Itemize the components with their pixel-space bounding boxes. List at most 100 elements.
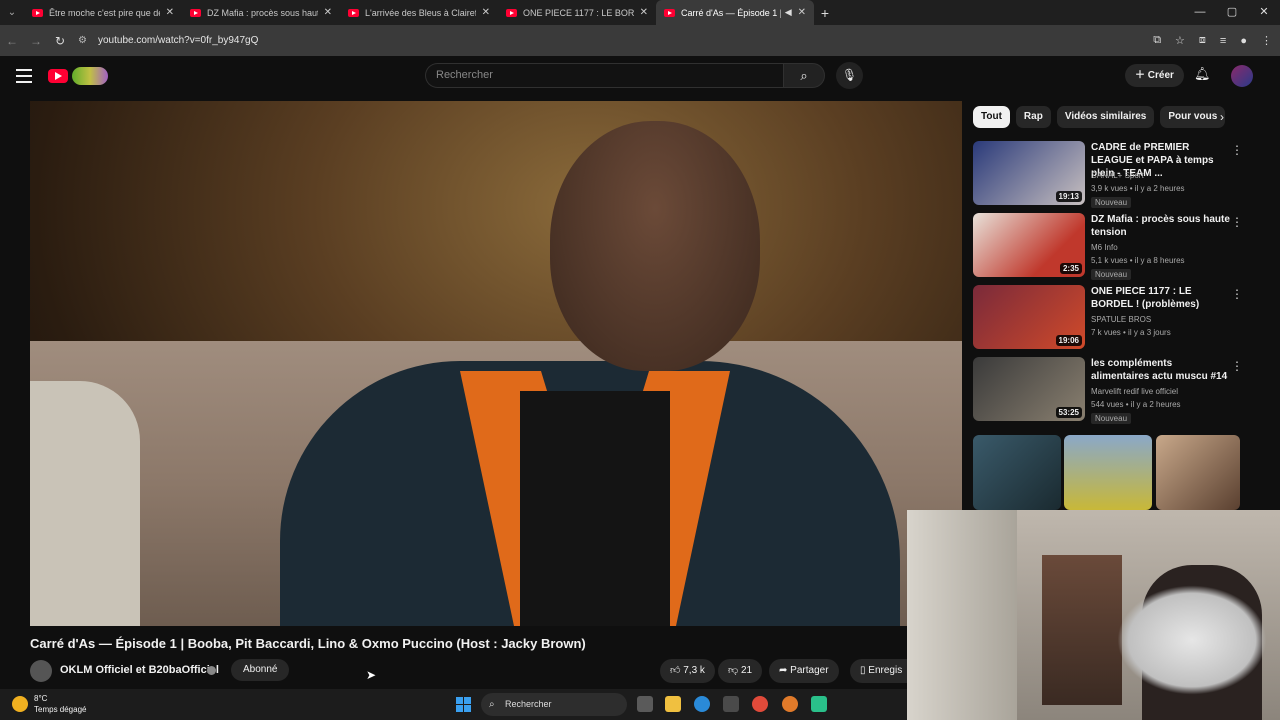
more-options-icon[interactable]: ⋮ bbox=[1231, 143, 1243, 157]
windows-start-icon[interactable] bbox=[456, 697, 471, 712]
create-button[interactable]: ＋ Créer bbox=[1125, 64, 1184, 87]
weather-moon-icon[interactable] bbox=[12, 696, 28, 712]
thumbs-up-icon: 👍︎ bbox=[670, 665, 681, 676]
recommendation-item[interactable]: 19:06 ONE PIECE 1177 : LE BORDEL ! (prob… bbox=[973, 285, 1263, 351]
browser-tab-active[interactable]: Carré d'As — Épisode 1 | Bo◀︎✕ bbox=[656, 0, 814, 25]
notifications-bell-icon[interactable]: 🔔︎ bbox=[1194, 66, 1211, 82]
video-thumbnail[interactable]: 19:13 bbox=[973, 141, 1085, 205]
video-frame-person bbox=[30, 381, 140, 626]
chip-rap[interactable]: Rap bbox=[1015, 106, 1051, 128]
speaker-icon[interactable]: ◀︎ bbox=[785, 7, 792, 18]
youtube-favicon-icon bbox=[190, 8, 201, 17]
bookmark-icon: ▯ bbox=[860, 665, 866, 676]
profile-icon[interactable]: ● bbox=[1240, 35, 1247, 47]
share-button[interactable]: ➦ Partager bbox=[769, 659, 839, 683]
taskbar-search[interactable]: ⌕ Rechercher bbox=[481, 693, 627, 716]
recommendation-item[interactable]: 53:25 les compléments alimentaires actu … bbox=[973, 357, 1263, 424]
video-thumbnail[interactable]: 2:35 bbox=[973, 213, 1085, 277]
webcam-curtain bbox=[907, 510, 1017, 720]
store-icon[interactable] bbox=[723, 696, 739, 712]
browser-tab[interactable]: DZ Mafia : procès sous haute t ✕ bbox=[182, 0, 340, 25]
site-info-icon[interactable]: ⚙ bbox=[78, 35, 98, 46]
verified-icon bbox=[207, 666, 216, 675]
share-icon: ➦ bbox=[779, 665, 788, 676]
browser-tab[interactable]: Être moche c'est pire que de m✕ bbox=[24, 0, 182, 25]
forward-icon[interactable]: → bbox=[24, 34, 48, 48]
chip-for-you[interactable]: Pour vous bbox=[1160, 106, 1226, 128]
chip-similar[interactable]: Vidéos similaires bbox=[1056, 106, 1155, 128]
new-badge: Nouveau bbox=[1091, 197, 1132, 208]
more-options-icon[interactable]: ⋮ bbox=[1231, 287, 1243, 301]
voice-search-icon[interactable]: 🎙︎ bbox=[836, 62, 863, 89]
video-thumbnail[interactable]: 53:25 bbox=[973, 357, 1085, 421]
media-icon[interactable]: ≡ bbox=[1220, 35, 1226, 47]
dislike-button[interactable]: 👎︎ 21 bbox=[718, 659, 763, 683]
subscribe-button[interactable]: Abonné bbox=[231, 659, 290, 681]
short-thumbnail[interactable] bbox=[1064, 435, 1152, 510]
extensions-icon[interactable]: ⧈ bbox=[1199, 34, 1206, 47]
file-explorer-icon[interactable] bbox=[665, 696, 681, 712]
weather-widget[interactable]: 8°C Temps dégagé bbox=[34, 693, 86, 715]
browser-tab[interactable]: L'arrivée des Bleus à Clairefont✕ bbox=[340, 0, 498, 25]
back-icon[interactable]: ← bbox=[0, 34, 24, 48]
search-button[interactable]: ⌕ bbox=[783, 63, 825, 88]
close-tab-icon[interactable]: ✕ bbox=[324, 7, 332, 18]
shorts-row bbox=[973, 435, 1243, 510]
more-options-icon[interactable]: ⋮ bbox=[1231, 215, 1243, 229]
close-tab-icon[interactable]: ✕ bbox=[640, 7, 648, 18]
new-badge: Nouveau bbox=[1091, 269, 1132, 280]
search-icon: ⌕ bbox=[800, 68, 808, 83]
firefox-icon[interactable] bbox=[782, 696, 798, 712]
maximize-icon[interactable]: ▢ bbox=[1216, 0, 1248, 25]
new-badge: Nouveau bbox=[1091, 413, 1132, 424]
recommendation-item[interactable]: 2:35 DZ Mafia : procès sous haute tensio… bbox=[973, 213, 1263, 280]
like-button[interactable]: 👍︎ 7,3 k bbox=[660, 659, 715, 683]
save-button[interactable]: ▯ Enregis bbox=[850, 659, 910, 683]
window-controls: — ▢ ✕ bbox=[1184, 0, 1280, 25]
youtube-play-icon bbox=[48, 69, 68, 83]
recommendation-item[interactable]: 19:13 CADRE de PREMIER LEAGUE et PAPA à … bbox=[973, 141, 1263, 208]
youtube-header: Rechercher ⌕ 🎙︎ ＋ Créer 🔔︎ bbox=[0, 56, 1280, 96]
chip-tout[interactable]: Tout bbox=[973, 106, 1010, 128]
youtube-favicon-icon bbox=[664, 8, 675, 17]
channel-avatar[interactable] bbox=[30, 660, 52, 682]
close-tab-icon[interactable]: ✕ bbox=[798, 7, 806, 18]
cast-icon[interactable]: ⧉ bbox=[1153, 34, 1161, 47]
reload-icon[interactable]: ↻ bbox=[48, 34, 72, 48]
short-thumbnail[interactable] bbox=[1156, 435, 1240, 510]
video-frame-head bbox=[550, 121, 760, 371]
close-tab-icon[interactable]: ✕ bbox=[166, 7, 174, 18]
search-icon: ⌕ bbox=[489, 699, 495, 710]
youtube-doodle-icon bbox=[72, 67, 108, 85]
address-bar: ← → ↻ ⚙ youtube.com/watch?v=0fr_by947gQ … bbox=[0, 25, 1280, 56]
video-frame-shirt bbox=[520, 391, 670, 626]
more-options-icon[interactable]: ⋮ bbox=[1231, 359, 1243, 373]
chrome-icon[interactable] bbox=[752, 696, 768, 712]
chevron-right-icon[interactable]: › bbox=[1220, 110, 1224, 124]
task-view-icon[interactable] bbox=[637, 696, 653, 712]
video-player[interactable] bbox=[30, 101, 962, 626]
address-bar-icons: ⧉ ☆ ⧈ ≡ ● ⋮ bbox=[1153, 25, 1272, 56]
account-avatar[interactable] bbox=[1231, 65, 1253, 87]
bookmark-star-icon[interactable]: ☆ bbox=[1175, 34, 1185, 47]
close-tab-icon[interactable]: ✕ bbox=[482, 7, 490, 18]
webcam-smoke bbox=[1117, 585, 1267, 695]
edge-icon[interactable] bbox=[694, 696, 710, 712]
hamburger-menu-icon[interactable] bbox=[16, 69, 32, 83]
menu-dots-icon[interactable]: ⋮ bbox=[1261, 34, 1272, 47]
youtube-logo[interactable] bbox=[48, 67, 108, 85]
close-window-icon[interactable]: ✕ bbox=[1248, 0, 1280, 25]
browser-tab[interactable]: ONE PIECE 1177 : LE BORDEL !✕ bbox=[498, 0, 656, 25]
mouse-cursor-icon: ➤ bbox=[366, 668, 377, 682]
webcam-shelf bbox=[1042, 555, 1122, 705]
channel-name[interactable]: OKLM Officiel et B20baOfficiel bbox=[60, 664, 219, 676]
video-thumbnail[interactable]: 19:06 bbox=[973, 285, 1085, 349]
windows-taskbar: 8°C Temps dégagé ⌕ Rechercher bbox=[0, 689, 907, 720]
minimize-icon[interactable]: — bbox=[1184, 0, 1216, 25]
new-tab-button[interactable]: + bbox=[814, 5, 836, 21]
tab-search-icon[interactable]: ⌄ bbox=[0, 0, 24, 25]
app-icon[interactable] bbox=[811, 696, 827, 712]
short-thumbnail[interactable] bbox=[973, 435, 1061, 510]
url-field[interactable]: ⚙ youtube.com/watch?v=0fr_by947gQ bbox=[78, 30, 1138, 52]
search-input[interactable]: Rechercher bbox=[425, 63, 783, 88]
